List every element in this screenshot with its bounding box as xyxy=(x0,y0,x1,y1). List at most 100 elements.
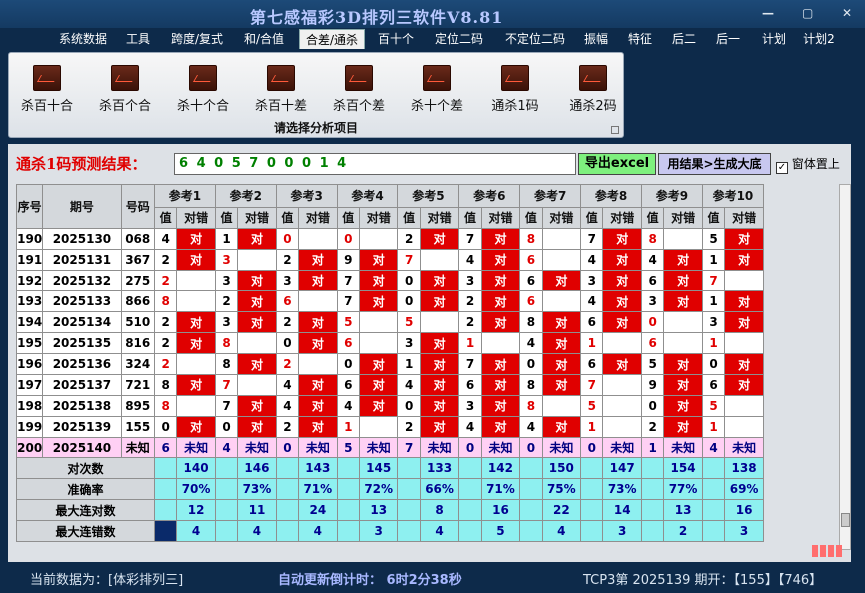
ref-value: 8 xyxy=(519,311,543,334)
menu-item[interactable]: 不定位二码 xyxy=(503,29,567,49)
ref-value: 0 xyxy=(640,311,665,334)
export-excel-button[interactable]: 导出excel xyxy=(578,153,656,175)
ref-value: 7 xyxy=(580,373,604,396)
menu-item[interactable]: 工具 xyxy=(124,29,152,49)
table-row[interactable]: 190 2025130 068 4 对 1 对 0 0 2 对 7 对 8 7 对 8 5 对 xyxy=(15,227,764,250)
menu-item[interactable]: 跨度/复式 xyxy=(168,29,226,49)
menu-item[interactable]: 特征 xyxy=(626,29,654,49)
row-number: 367 xyxy=(120,248,155,271)
row-issue: 2025134 xyxy=(42,311,122,334)
table-row[interactable]: 193 2025133 866 8 2 对 6 7 对 0 对 2 对 6 4 对 3 对 1 对 xyxy=(15,290,764,313)
app-title: 第七感福彩3D排列三软件V8.81 xyxy=(250,8,504,27)
ribbon-button-label: 杀十个合 xyxy=(176,99,229,114)
menu-item[interactable]: 后一 xyxy=(714,29,742,49)
miss-cell xyxy=(298,353,338,375)
ref-value: 4 xyxy=(153,227,178,250)
ribbon-button[interactable]: 杀百十合 xyxy=(15,65,79,119)
ref-value: 7 xyxy=(458,353,482,375)
hit-mark: 对 xyxy=(237,353,277,375)
pending-value: 0 xyxy=(275,436,300,459)
col-header-value: 值 xyxy=(275,206,300,229)
row-issue: 2025137 xyxy=(42,373,122,396)
prediction-result-field[interactable]: 6 4 0 5 7 0 0 0 1 4 xyxy=(174,153,576,175)
ribbon-button[interactable]: 通杀1码 xyxy=(483,65,547,119)
table-row[interactable]: 197 2025137 721 8 对 7 4 对 6 对 4 对 6 对 8 对 7 9 对 6 对 xyxy=(15,373,764,396)
menu-item[interactable]: 计划2 xyxy=(802,29,836,49)
pending-judge: 未知 xyxy=(480,436,521,459)
hit-mark: 对 xyxy=(480,248,521,271)
col-header-ref: 参考1 xyxy=(153,184,216,208)
col-header-judge: 对错 xyxy=(724,206,764,229)
col-header-ref: 参考2 xyxy=(214,184,277,208)
menu-item[interactable]: 振幅 xyxy=(582,29,610,49)
scrollbar-thumb[interactable] xyxy=(841,513,850,527)
analysis-chart-icon xyxy=(423,65,451,91)
menu-item[interactable]: 合差/通杀 xyxy=(299,29,365,49)
ribbon-button[interactable]: 杀百个合 xyxy=(93,65,157,119)
window-on-top-checkbox[interactable]: ✓ 窗体置上 xyxy=(776,155,840,174)
miss-cell xyxy=(419,311,460,334)
table-row[interactable]: 198 2025138 895 8 7 对 4 对 4 对 0 对 3 对 8 5 0 对 5 xyxy=(15,394,764,417)
ref-value: 6 xyxy=(580,311,604,334)
menu-item[interactable]: 后二 xyxy=(670,29,698,49)
ribbon-button[interactable]: 杀十个合 xyxy=(171,65,235,119)
stats-value: 24 xyxy=(298,499,338,522)
menu-item[interactable]: 系统数据 xyxy=(56,29,110,49)
ref-value: 5 xyxy=(397,311,421,334)
menu-item[interactable]: 定位二码 xyxy=(433,29,485,49)
pending-value: 5 xyxy=(336,436,360,459)
menu-item[interactable]: 和/合值 xyxy=(242,29,286,49)
ref-value: 0 xyxy=(336,227,360,250)
stats-value: 22 xyxy=(541,499,582,522)
vertical-scrollbar[interactable] xyxy=(839,184,851,550)
ribbon-button-label: 通杀2码 xyxy=(569,99,617,114)
status-bar: 当前数据为：[体彩排列三] 自动更新倒计时： 6时2分38秒 TCP3第 202… xyxy=(0,564,865,593)
miss-cell xyxy=(724,415,764,438)
stats-value: 16 xyxy=(480,499,521,522)
ribbon-expand-icon[interactable] xyxy=(611,126,619,134)
title-bar: 第七感福彩3D排列三软件V8.81 — ▢ ✕ xyxy=(0,0,865,28)
pending-judge: 未知 xyxy=(419,436,460,459)
miss-cell xyxy=(541,394,582,417)
ribbon-button[interactable]: 杀百个差 xyxy=(327,65,391,119)
table-row[interactable]: 191 2025131 367 2 对 3 2 对 9 对 7 4 对 6 4 对 4 对 1 对 xyxy=(15,248,764,271)
miss-cell xyxy=(358,415,399,438)
ref-value: 7 xyxy=(397,248,421,271)
ribbon-button-label: 杀百个合 xyxy=(98,99,151,114)
hit-mark: 对 xyxy=(419,353,460,375)
checkbox-check-icon[interactable]: ✓ xyxy=(776,162,788,174)
ribbon-button[interactable]: 杀十个差 xyxy=(405,65,469,119)
generate-base-button[interactable]: 用结果>生成大底 xyxy=(658,153,771,175)
menu-item[interactable]: 百十个 xyxy=(377,29,415,49)
ref-value: 6 xyxy=(640,269,665,292)
col-header-value: 值 xyxy=(580,206,604,229)
ref-value: 0 xyxy=(397,290,421,313)
stats-value: 3 xyxy=(358,520,399,542)
ref-value: 1 xyxy=(701,248,726,271)
close-icon[interactable]: ✕ xyxy=(842,6,852,20)
miss-cell xyxy=(602,415,642,438)
minimize-icon[interactable]: — xyxy=(762,6,774,20)
table-row[interactable]: 195 2025135 816 2 对 8 0 对 6 3 对 1 4 对 1 6 1 xyxy=(15,332,764,355)
table-row[interactable]: 199 2025139 155 0 对 0 对 2 对 1 2 对 4 对 4 对 1 2 对 1 xyxy=(15,415,764,438)
miss-cell xyxy=(480,332,521,355)
table-row[interactable]: 192 2025132 275 2 3 对 3 对 7 对 0 对 3 对 6 对 3 对 6 对 7 xyxy=(15,269,764,292)
col-header-judge: 对错 xyxy=(480,206,521,229)
maximize-icon[interactable]: ▢ xyxy=(802,6,813,20)
col-header-judge: 对错 xyxy=(663,206,703,229)
ribbon-button[interactable]: 杀百十差 xyxy=(249,65,313,119)
hit-mark: 对 xyxy=(602,248,642,271)
miss-cell xyxy=(602,373,642,396)
ribbon-button[interactable]: 通杀2码 xyxy=(561,65,625,119)
ref-value: 8 xyxy=(153,373,178,396)
col-header-value: 值 xyxy=(214,206,239,229)
menu-item[interactable]: 计划 xyxy=(760,29,788,49)
hit-mark: 对 xyxy=(663,269,703,292)
window-on-top-label: 窗体置上 xyxy=(791,157,840,171)
table-row[interactable]: 194 2025134 510 2 对 3 对 2 对 5 5 2 对 8 对 6 对 0 3 对 xyxy=(15,311,764,334)
table-row[interactable]: 196 2025136 324 2 8 对 2 0 对 1 对 7 对 0 对 6 对 5 对 0 对 xyxy=(15,353,764,375)
pending-judge: 未知 xyxy=(298,436,338,459)
pending-row[interactable]: 200 2025140 未知 6 未知 4 未知 0 未知 5 未知 7 未知 0 未知 0 未知 0 未知 1 未知 4… xyxy=(15,436,764,459)
ref-value: 9 xyxy=(640,373,665,396)
pending-judge: 未知 xyxy=(663,436,703,459)
